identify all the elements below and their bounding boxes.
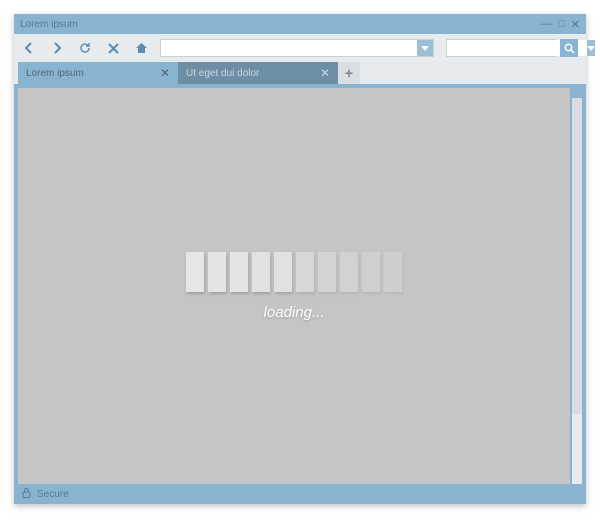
search-bar: [446, 39, 556, 57]
loader-bar: [208, 252, 226, 292]
loading-indicator: [186, 252, 402, 292]
browser-window: Lorem ipsum — □ ✕: [14, 14, 586, 504]
search-container: [446, 39, 578, 57]
lock-icon: [22, 488, 31, 501]
search-dropdown-icon[interactable]: [587, 40, 595, 56]
status-bar: Secure: [14, 484, 586, 504]
back-icon[interactable]: [22, 41, 36, 55]
minimize-icon[interactable]: —: [541, 18, 552, 30]
loader-bar: [274, 252, 292, 292]
page-viewport: loading...: [18, 88, 570, 484]
address-dropdown-icon[interactable]: [417, 40, 433, 56]
scrollbar-thumb[interactable]: [572, 414, 582, 484]
content-frame: loading...: [14, 84, 586, 484]
loader-bar: [340, 252, 358, 292]
loader-bar: [252, 252, 270, 292]
window-controls: — □ ✕: [541, 18, 580, 31]
search-button[interactable]: [560, 39, 578, 57]
close-window-icon[interactable]: ✕: [571, 18, 580, 31]
toolbar: [14, 34, 586, 62]
nav-buttons: [22, 41, 148, 55]
loader-bar: [296, 252, 314, 292]
stop-icon[interactable]: [106, 41, 120, 55]
address-bar: [160, 39, 434, 57]
tab-close-icon[interactable]: ✕: [160, 66, 170, 80]
loader-bar: [362, 252, 380, 292]
home-icon[interactable]: [134, 41, 148, 55]
tab-inactive[interactable]: Ut eget dui dolor ✕: [178, 62, 338, 84]
reload-icon[interactable]: [78, 41, 92, 55]
address-input[interactable]: [161, 40, 417, 56]
maximize-icon[interactable]: □: [558, 18, 565, 30]
forward-icon[interactable]: [50, 41, 64, 55]
tab-active[interactable]: Lorem ipsum ✕: [18, 62, 178, 84]
tab-close-icon[interactable]: ✕: [320, 66, 330, 80]
loader-bar: [384, 252, 402, 292]
loader-bar: [186, 252, 204, 292]
loader-bar: [318, 252, 336, 292]
vertical-scrollbar[interactable]: [572, 88, 582, 484]
tab-strip: Lorem ipsum ✕ Ut eget dui dolor ✕ +: [14, 62, 586, 84]
scrollbar-up-icon[interactable]: [572, 88, 582, 98]
loading-text: loading...: [264, 304, 325, 321]
titlebar: Lorem ipsum — □ ✕: [14, 14, 586, 34]
window-title: Lorem ipsum: [20, 19, 541, 30]
loader-bar: [230, 252, 248, 292]
address-bar-container: [160, 39, 434, 57]
tab-label: Lorem ipsum: [26, 68, 84, 79]
new-tab-button[interactable]: +: [338, 62, 360, 84]
tab-label: Ut eget dui dolor: [186, 68, 259, 79]
secure-label: Secure: [37, 489, 69, 500]
